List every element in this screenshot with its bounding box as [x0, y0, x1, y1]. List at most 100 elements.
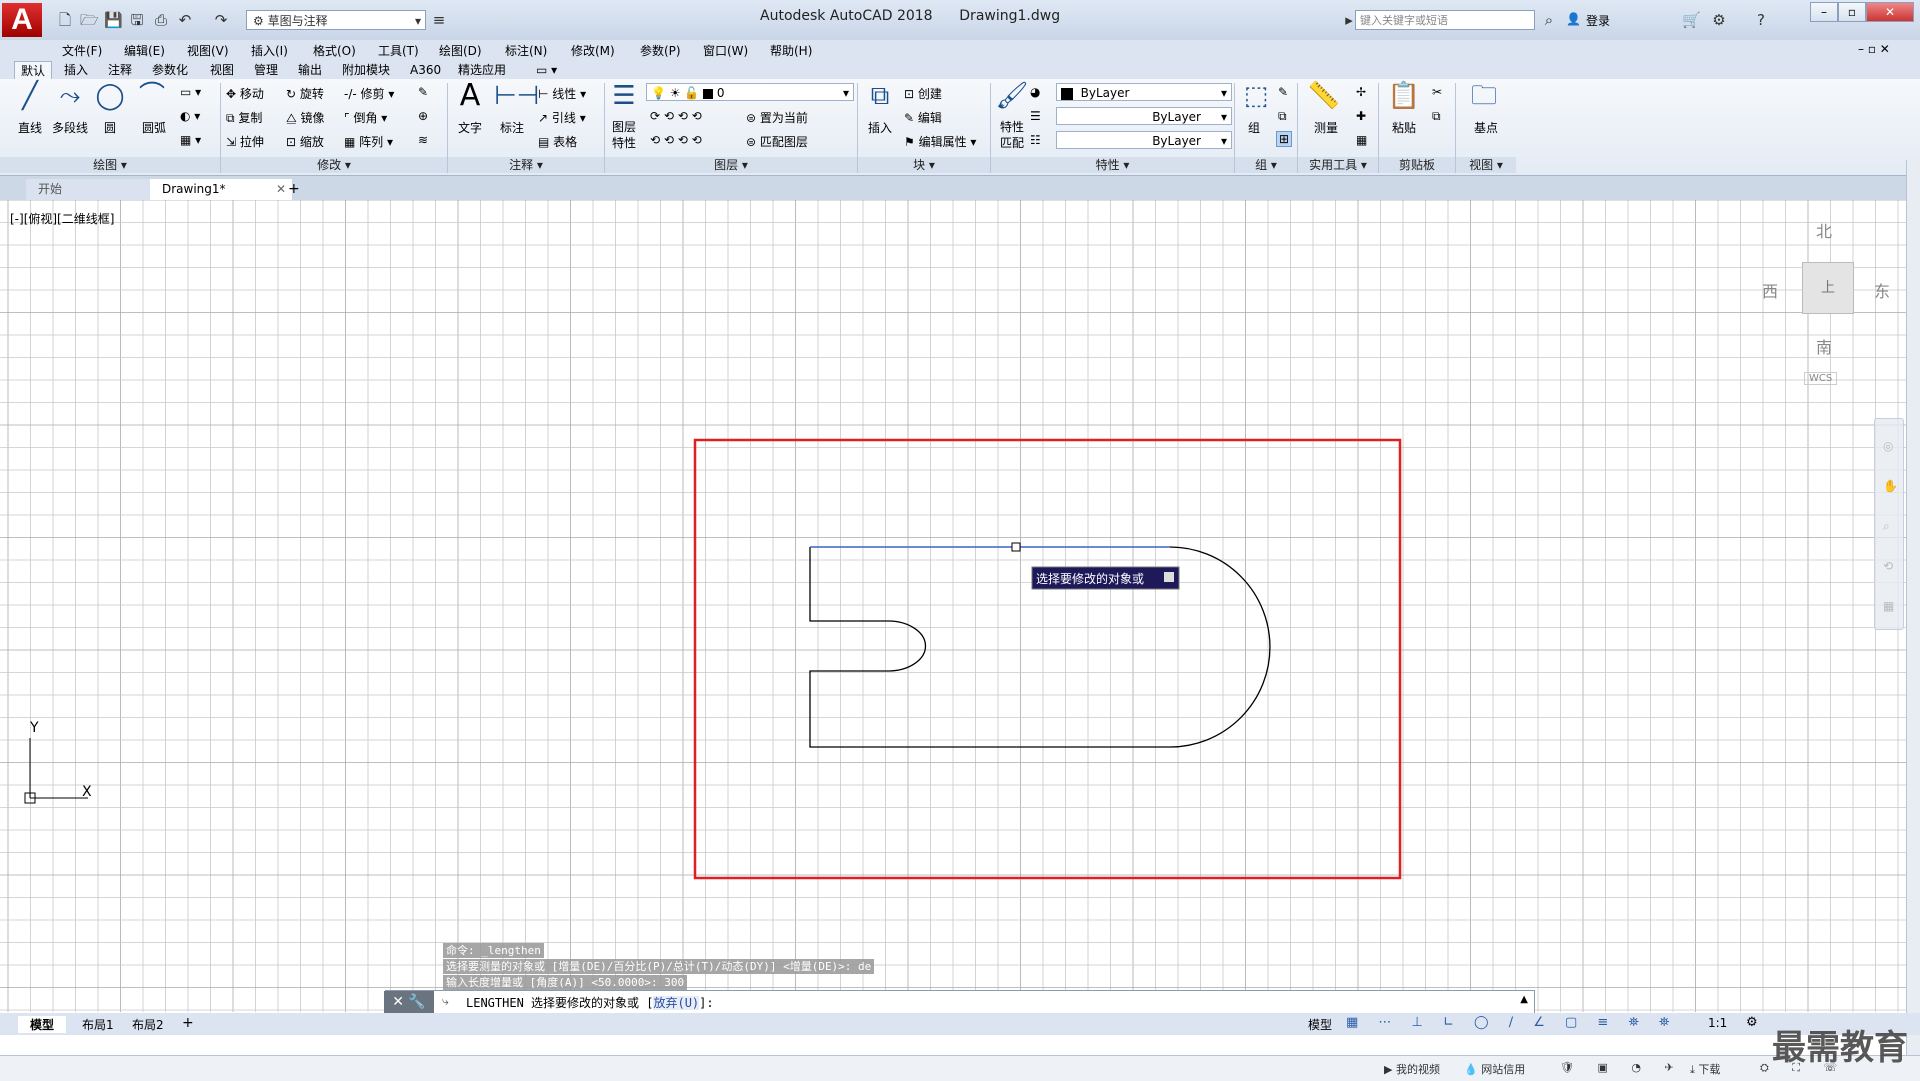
customize-toolbar-icon[interactable]: ≡	[430, 11, 448, 29]
my-video-link[interactable]: ▶ 我的视频	[1384, 1061, 1440, 1077]
group-select-icon[interactable]: ⊞	[1276, 131, 1293, 147]
menu-help[interactable]: 帮助(H)	[770, 42, 812, 59]
move-button[interactable]: ✥ 移动	[226, 85, 264, 102]
point-icon[interactable]: ✢	[1356, 85, 1366, 99]
save-icon[interactable]: 💾	[104, 11, 123, 29]
ungroup-icon[interactable]: ✎	[1278, 85, 1288, 99]
viewcube[interactable]: 北 西 上 东 南 WCS	[1760, 216, 1900, 386]
settings-icon[interactable]: ⚙	[1746, 1015, 1758, 1030]
command-option-undo[interactable]: 放弃(U)	[653, 996, 700, 1010]
polyline-icon[interactable]: ⤳	[52, 81, 88, 111]
panel-properties-label[interactable]: 特性 ▾	[991, 157, 1234, 173]
panel-groups-label[interactable]: 组 ▾	[1235, 157, 1297, 173]
array-button[interactable]: ▦ 阵列 ▾	[344, 133, 393, 150]
menu-window[interactable]: 窗口(W)	[703, 42, 748, 59]
app-menu-button[interactable]: A	[2, 3, 42, 37]
tab-output[interactable]: 输出	[292, 61, 328, 79]
tab-annotate[interactable]: 注释	[102, 61, 138, 79]
cart-icon[interactable]: 🛒	[1682, 11, 1701, 29]
site-credit-link[interactable]: 💧 网站信用	[1464, 1061, 1525, 1077]
layer-properties-button[interactable]: 图层 特性	[612, 119, 636, 151]
panel-block-label[interactable]: 块 ▾	[858, 157, 990, 173]
layer-properties-icon[interactable]: ☰	[606, 81, 642, 111]
panel-clipboard-label[interactable]: 剪贴板	[1379, 157, 1455, 173]
group-edit-icon[interactable]: ⧉	[1278, 109, 1287, 124]
command-history-toggle[interactable]: ▲	[1520, 994, 1528, 1005]
panel-annotation-label[interactable]: 注释 ▾	[448, 157, 604, 173]
paste-icon[interactable]: 📋	[1386, 81, 1422, 111]
tab-manage[interactable]: 管理	[248, 61, 284, 79]
panel-layers-label[interactable]: 图层 ▾	[605, 157, 857, 173]
binoculars-icon[interactable]: ⌕	[1540, 11, 1558, 29]
circle-button[interactable]: 圆	[104, 119, 116, 136]
steering-wheel-icon[interactable]: ◎	[1883, 439, 1893, 453]
tab-a360[interactable]: A360	[404, 61, 447, 79]
menu-file[interactable]: 文件(F)	[62, 42, 102, 59]
viewport-controls[interactable]: [-][俯视][二维线框]	[10, 210, 114, 227]
polyline-button[interactable]: 多段线	[52, 119, 88, 136]
layer-tool-icons-row1[interactable]: ⟳ ⟲ ⟲ ⟲	[650, 109, 702, 123]
text-button[interactable]: 文字	[458, 119, 482, 136]
mirror-button[interactable]: ⧋ 镜像	[286, 109, 325, 126]
dimension-button[interactable]: 标注	[500, 119, 524, 136]
wcs-menu[interactable]: WCS	[1804, 372, 1838, 385]
tab-home[interactable]: 默认	[14, 61, 53, 80]
create-block-button[interactable]: ⊡ 创建	[904, 85, 942, 102]
save-as-icon[interactable]: 🖫	[128, 11, 146, 29]
dimension-icon[interactable]: ⊢⊣	[494, 81, 539, 111]
tab-start[interactable]: 开始	[26, 179, 168, 200]
viewcube-top-face[interactable]: 上	[1802, 262, 1854, 314]
text-icon[interactable]: A	[452, 81, 488, 111]
tab-parametric[interactable]: 参数化	[146, 61, 194, 79]
base-view-button[interactable]: 基点	[1474, 119, 1498, 136]
linetype-select[interactable]: ByLayer ▾	[1056, 131, 1232, 149]
tooltip-dropdown-icon[interactable]	[1164, 572, 1174, 582]
pan-icon[interactable]: ✋	[1883, 479, 1898, 493]
line-icon[interactable]: ╱	[12, 81, 48, 111]
menu-edit[interactable]: 编辑(E)	[124, 42, 165, 59]
edit-block-button[interactable]: ✎ 编辑	[904, 109, 942, 126]
orbit-icon[interactable]: ⟲	[1883, 559, 1893, 573]
stretch-button[interactable]: ⇲ 拉伸	[226, 133, 264, 150]
add-layout-button[interactable]: +	[182, 1015, 194, 1031]
menu-parametric[interactable]: 参数(P)	[640, 42, 681, 59]
drawing-canvas[interactable]: 选择要修改的对象或 Y X	[0, 200, 1906, 1012]
showmotion-icon[interactable]: ▦	[1883, 599, 1894, 613]
menu-dimension[interactable]: 标注(N)	[505, 42, 547, 59]
vertical-scrollbar[interactable]	[1906, 160, 1920, 1055]
exchange-icon[interactable]: ⚙	[1710, 11, 1728, 29]
arc-button[interactable]: 圆弧	[142, 119, 166, 136]
tab-addins[interactable]: 附加模块	[336, 61, 396, 79]
tab-layout1[interactable]: 布局1	[74, 1016, 122, 1033]
color-select[interactable]: ByLayer ▾	[1056, 83, 1232, 101]
panel-modify-label[interactable]: 修改 ▾	[221, 157, 447, 173]
paste-button[interactable]: 粘贴	[1392, 119, 1416, 136]
explode-icon[interactable]: ⊕	[418, 109, 428, 123]
new-tab-button[interactable]: +	[282, 179, 306, 200]
region-icon[interactable]: ▦ ▾	[180, 133, 201, 147]
panel-utilities-label[interactable]: 实用工具 ▾	[1298, 157, 1378, 173]
linear-button[interactable]: ⊢ 线性 ▾	[538, 85, 586, 102]
scale-button[interactable]: ⊡ 缩放	[286, 133, 324, 150]
tab-insert[interactable]: 插入	[58, 61, 94, 79]
doc-window-controls[interactable]: – ▫ ✕	[1858, 42, 1890, 56]
insert-block-button[interactable]: 插入	[868, 119, 892, 136]
command-line-tools[interactable]: ✕ 🔧	[384, 991, 434, 1013]
menu-view[interactable]: 视图(V)	[187, 42, 229, 59]
search-input[interactable]: 键入关键字或短语	[1355, 10, 1535, 30]
rotate-button[interactable]: ↻ 旋转	[286, 85, 324, 102]
cut-icon[interactable]: ✂	[1432, 85, 1442, 99]
menu-format[interactable]: 格式(O)	[313, 42, 356, 59]
panel-draw-label[interactable]: 绘图 ▾	[0, 157, 220, 173]
zoom-icon[interactable]: ⌕	[1883, 519, 1890, 534]
menu-tools[interactable]: 工具(T)	[378, 42, 419, 59]
status-toggle-icons[interactable]: ▦ ⋯ ⊥ ∟ ◯ ∕ ∠ ▢ ≡ ⛯ ⛯	[1346, 1015, 1677, 1030]
viewcube-east[interactable]: 东	[1874, 278, 1890, 302]
viewcube-north[interactable]: 北	[1816, 218, 1832, 242]
group-button[interactable]: 组	[1248, 119, 1260, 136]
calculator-icon[interactable]: ▦	[1356, 133, 1367, 147]
color-wheel-icon[interactable]: ◕	[1030, 85, 1040, 99]
rectangle-icon[interactable]: ▭ ▾	[180, 85, 201, 99]
tab-drawing1[interactable]: Drawing1* ✕	[150, 179, 292, 200]
new-icon[interactable]: 🗋	[56, 11, 74, 29]
